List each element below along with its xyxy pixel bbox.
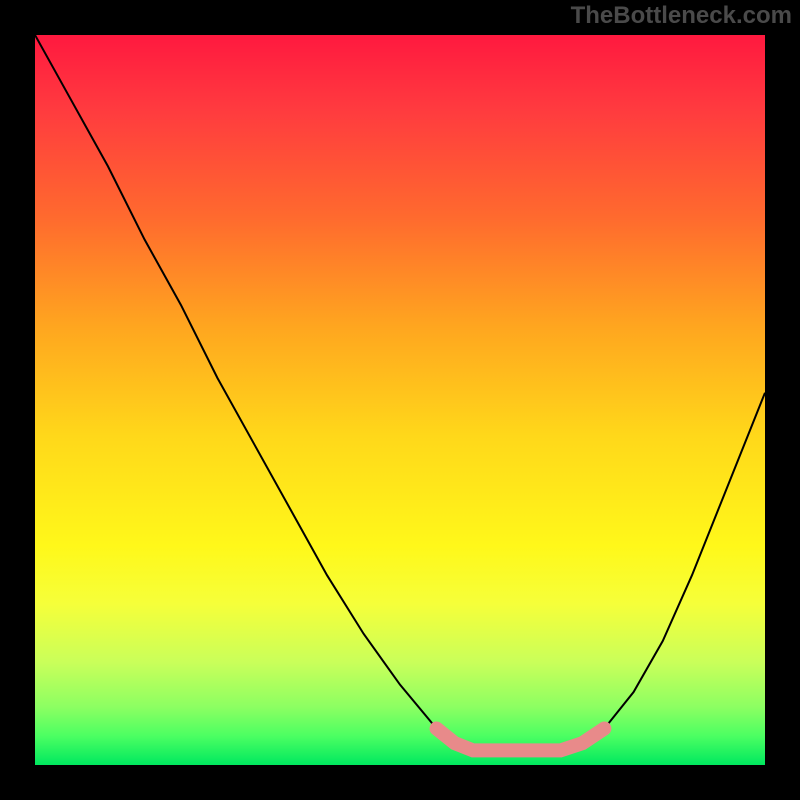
watermark-text: TheBottleneck.com	[571, 2, 792, 30]
chart-svg	[35, 35, 765, 765]
pink-overlay	[437, 729, 605, 751]
black-curve	[35, 35, 765, 750]
chart-plot-area	[35, 35, 765, 765]
